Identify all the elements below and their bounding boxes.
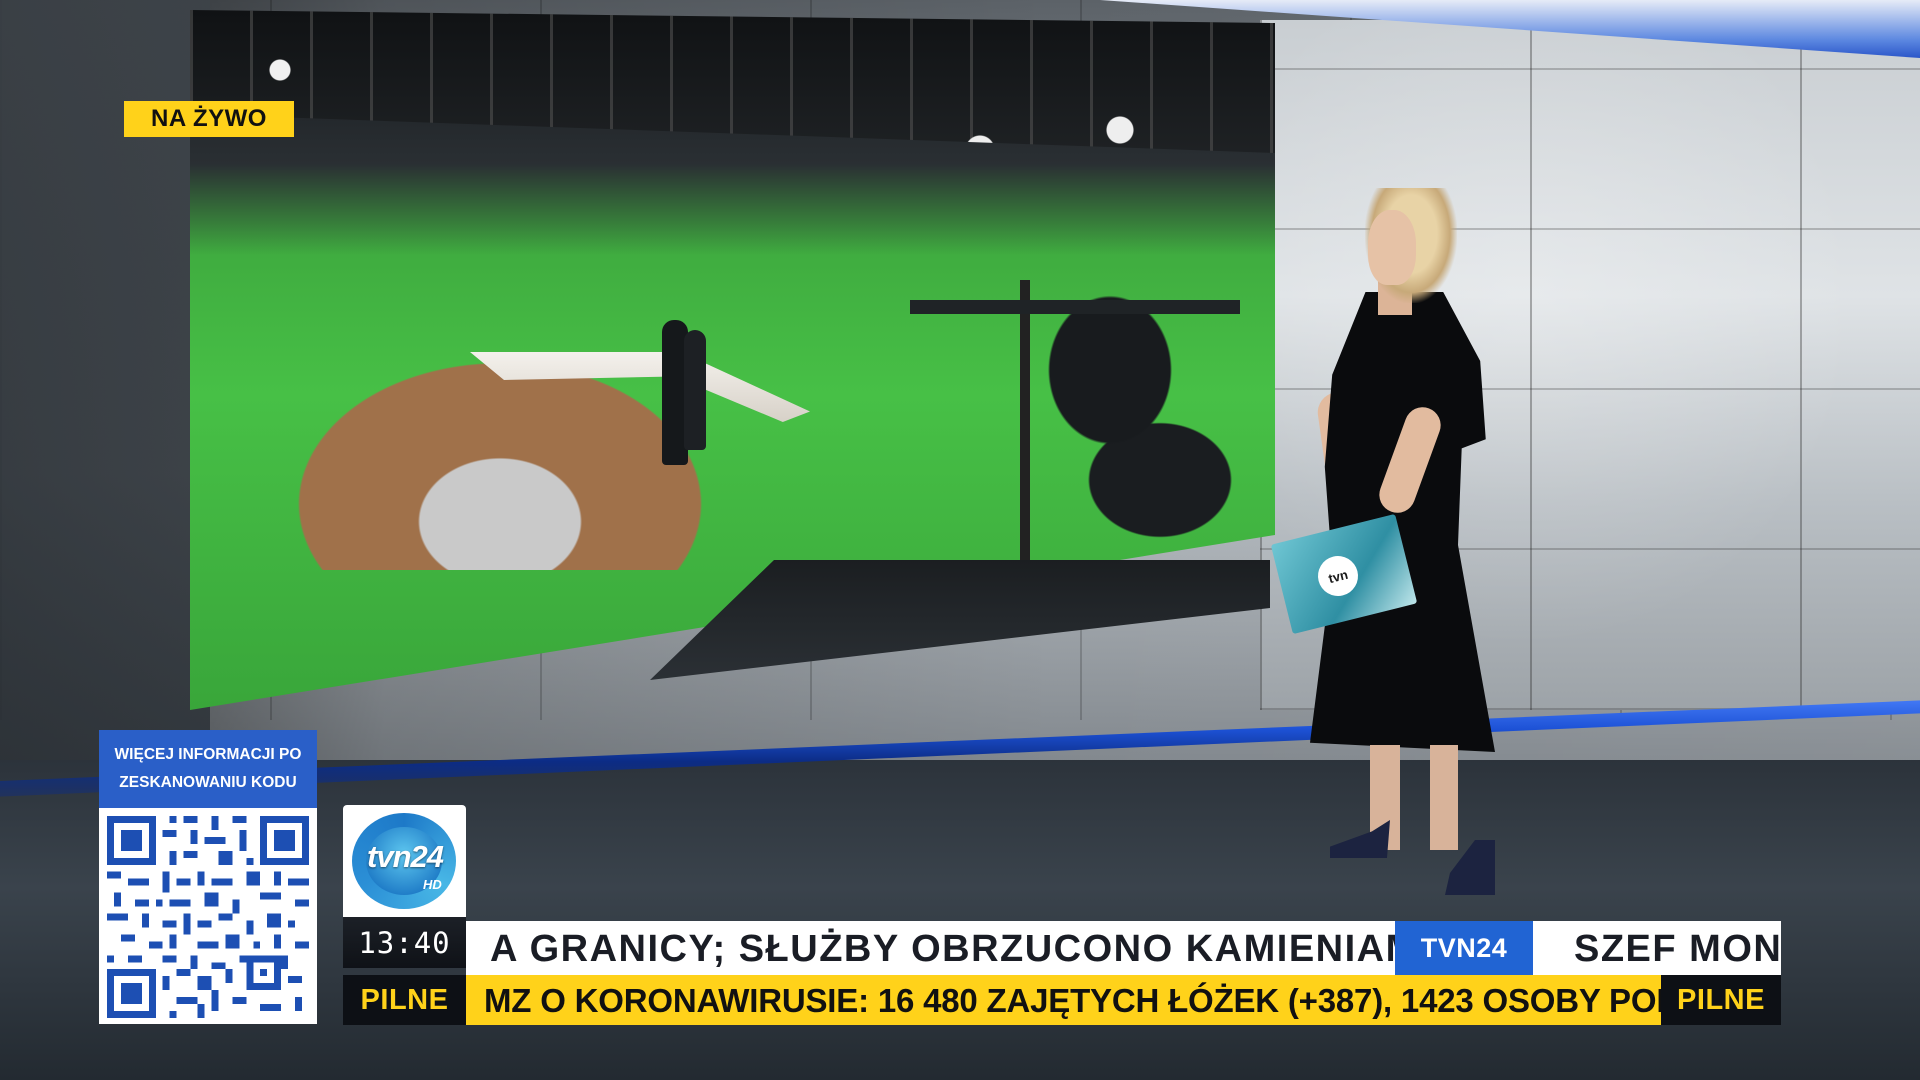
channel-logo: tvn24 HD: [343, 805, 466, 917]
crawl-headline: A GRANICY; SŁUŻBY OBRZUCONO KAMIENIAMI: [490, 928, 1431, 970]
crawl-channel-badge: TVN24: [1395, 921, 1533, 975]
breaking-label: PILNE: [1661, 975, 1781, 1025]
channel-logo-text: tvn24: [367, 839, 444, 874]
breaking-news-bar: MZ O KORONAWIRUSIE: 16 480 ZAJĘTYCH ŁÓŻE…: [466, 975, 1661, 1025]
qr-header-line: ZESKANOWANIU KODU: [119, 774, 297, 791]
qr-header-line: WIĘCEJ INFORMACJI PO: [114, 746, 302, 763]
crawl-headline: SZEF MON: [1574, 928, 1781, 970]
qr-code-icon: [107, 816, 309, 1018]
channel-logo-hd: HD: [423, 877, 442, 892]
studio-person: [684, 330, 706, 450]
live-badge: NA ŻYWO: [124, 101, 294, 137]
on-air-clock: 13:40: [343, 917, 466, 968]
qr-header: WIĘCEJ INFORMACJI PO ZESKANOWANIU KODU: [99, 730, 317, 808]
news-crawl-bar: A GRANICY; SŁUŻBY OBRZUCONO KAMIENIAMI T…: [466, 921, 1781, 975]
breaking-label: PILNE: [343, 975, 466, 1025]
presenter-face: [1368, 210, 1416, 285]
qr-code[interactable]: [99, 808, 317, 1024]
breaking-news-text: MZ O KORONAWIRUSIE: 16 480 ZAJĘTYCH ŁÓŻE…: [484, 982, 1661, 1019]
news-desk-platform: [280, 350, 720, 570]
